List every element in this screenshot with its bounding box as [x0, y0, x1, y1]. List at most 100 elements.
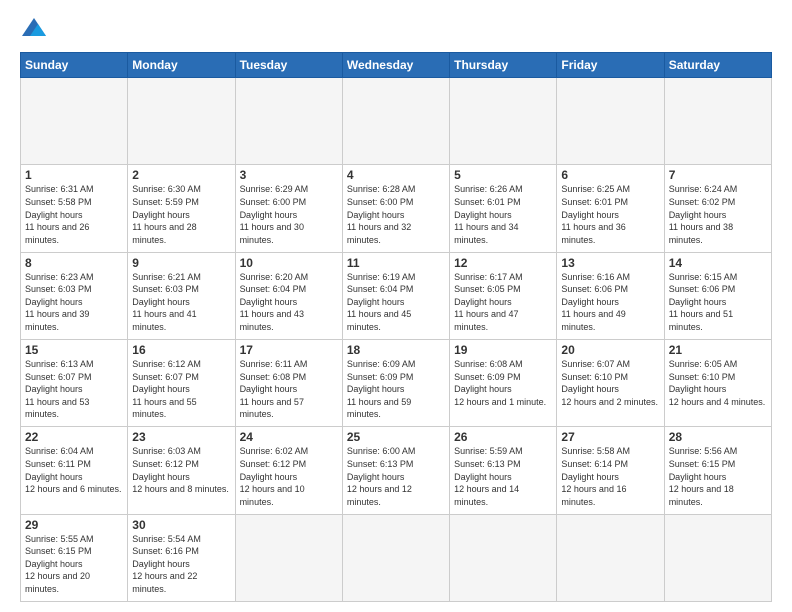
day-number: 5 [454, 168, 552, 182]
day-number: 13 [561, 256, 659, 270]
day-info: Sunrise: 6:00 AMSunset: 6:13 PMDaylight … [347, 445, 445, 508]
calendar-day-cell: 20Sunrise: 6:07 AMSunset: 6:10 PMDayligh… [557, 339, 664, 426]
day-info: Sunrise: 6:05 AMSunset: 6:10 PMDaylight … [669, 358, 767, 408]
day-info: Sunrise: 6:29 AMSunset: 6:00 PMDaylight … [240, 183, 338, 246]
day-info: Sunrise: 6:07 AMSunset: 6:10 PMDaylight … [561, 358, 659, 408]
calendar-day-cell: 28Sunrise: 5:56 AMSunset: 6:15 PMDayligh… [664, 427, 771, 514]
day-info: Sunrise: 6:20 AMSunset: 6:04 PMDaylight … [240, 271, 338, 334]
logo [20, 16, 52, 44]
page: SundayMondayTuesdayWednesdayThursdayFrid… [0, 0, 792, 612]
calendar-day-cell: 29Sunrise: 5:55 AMSunset: 6:15 PMDayligh… [21, 514, 128, 601]
day-info: Sunrise: 6:11 AMSunset: 6:08 PMDaylight … [240, 358, 338, 421]
calendar-week-row [21, 78, 772, 165]
day-info: Sunrise: 5:59 AMSunset: 6:13 PMDaylight … [454, 445, 552, 508]
day-info: Sunrise: 6:31 AMSunset: 5:58 PMDaylight … [25, 183, 123, 246]
calendar-day-cell: 17Sunrise: 6:11 AMSunset: 6:08 PMDayligh… [235, 339, 342, 426]
calendar-week-row: 22Sunrise: 6:04 AMSunset: 6:11 PMDayligh… [21, 427, 772, 514]
calendar-day-cell [235, 78, 342, 165]
calendar-day-cell [342, 78, 449, 165]
day-info: Sunrise: 6:21 AMSunset: 6:03 PMDaylight … [132, 271, 230, 334]
day-number: 23 [132, 430, 230, 444]
day-number: 17 [240, 343, 338, 357]
calendar-day-cell: 1Sunrise: 6:31 AMSunset: 5:58 PMDaylight… [21, 165, 128, 252]
calendar-day-cell: 19Sunrise: 6:08 AMSunset: 6:09 PMDayligh… [450, 339, 557, 426]
calendar-day-cell: 4Sunrise: 6:28 AMSunset: 6:00 PMDaylight… [342, 165, 449, 252]
calendar-week-row: 8Sunrise: 6:23 AMSunset: 6:03 PMDaylight… [21, 252, 772, 339]
day-number: 27 [561, 430, 659, 444]
calendar-header-row: SundayMondayTuesdayWednesdayThursdayFrid… [21, 53, 772, 78]
calendar-day-cell: 7Sunrise: 6:24 AMSunset: 6:02 PMDaylight… [664, 165, 771, 252]
calendar-day-cell [557, 514, 664, 601]
day-info: Sunrise: 6:25 AMSunset: 6:01 PMDaylight … [561, 183, 659, 246]
day-number: 15 [25, 343, 123, 357]
day-of-week-header: Friday [557, 53, 664, 78]
day-number: 12 [454, 256, 552, 270]
day-info: Sunrise: 6:17 AMSunset: 6:05 PMDaylight … [454, 271, 552, 334]
day-info: Sunrise: 6:13 AMSunset: 6:07 PMDaylight … [25, 358, 123, 421]
day-number: 20 [561, 343, 659, 357]
day-info: Sunrise: 6:03 AMSunset: 6:12 PMDaylight … [132, 445, 230, 495]
calendar-day-cell: 27Sunrise: 5:58 AMSunset: 6:14 PMDayligh… [557, 427, 664, 514]
calendar-day-cell: 16Sunrise: 6:12 AMSunset: 6:07 PMDayligh… [128, 339, 235, 426]
day-of-week-header: Wednesday [342, 53, 449, 78]
day-number: 16 [132, 343, 230, 357]
day-number: 7 [669, 168, 767, 182]
day-info: Sunrise: 6:02 AMSunset: 6:12 PMDaylight … [240, 445, 338, 508]
day-number: 9 [132, 256, 230, 270]
day-info: Sunrise: 6:23 AMSunset: 6:03 PMDaylight … [25, 271, 123, 334]
calendar-day-cell: 21Sunrise: 6:05 AMSunset: 6:10 PMDayligh… [664, 339, 771, 426]
calendar-day-cell [557, 78, 664, 165]
calendar-day-cell: 23Sunrise: 6:03 AMSunset: 6:12 PMDayligh… [128, 427, 235, 514]
calendar-day-cell [21, 78, 128, 165]
calendar-day-cell: 18Sunrise: 6:09 AMSunset: 6:09 PMDayligh… [342, 339, 449, 426]
calendar-day-cell [235, 514, 342, 601]
day-number: 25 [347, 430, 445, 444]
day-number: 26 [454, 430, 552, 444]
calendar-day-cell [664, 514, 771, 601]
day-number: 30 [132, 518, 230, 532]
day-info: Sunrise: 5:58 AMSunset: 6:14 PMDaylight … [561, 445, 659, 508]
calendar-day-cell: 10Sunrise: 6:20 AMSunset: 6:04 PMDayligh… [235, 252, 342, 339]
day-info: Sunrise: 6:15 AMSunset: 6:06 PMDaylight … [669, 271, 767, 334]
day-number: 11 [347, 256, 445, 270]
day-info: Sunrise: 6:16 AMSunset: 6:06 PMDaylight … [561, 271, 659, 334]
day-number: 6 [561, 168, 659, 182]
day-number: 18 [347, 343, 445, 357]
day-number: 28 [669, 430, 767, 444]
day-number: 3 [240, 168, 338, 182]
calendar-day-cell [342, 514, 449, 601]
day-of-week-header: Tuesday [235, 53, 342, 78]
calendar-week-row: 1Sunrise: 6:31 AMSunset: 5:58 PMDaylight… [21, 165, 772, 252]
day-info: Sunrise: 5:55 AMSunset: 6:15 PMDaylight … [25, 533, 123, 596]
day-number: 19 [454, 343, 552, 357]
calendar-day-cell [664, 78, 771, 165]
day-number: 14 [669, 256, 767, 270]
calendar-day-cell: 8Sunrise: 6:23 AMSunset: 6:03 PMDaylight… [21, 252, 128, 339]
day-info: Sunrise: 6:08 AMSunset: 6:09 PMDaylight … [454, 358, 552, 408]
calendar-day-cell: 9Sunrise: 6:21 AMSunset: 6:03 PMDaylight… [128, 252, 235, 339]
calendar-week-row: 29Sunrise: 5:55 AMSunset: 6:15 PMDayligh… [21, 514, 772, 601]
calendar-day-cell [450, 514, 557, 601]
day-info: Sunrise: 6:09 AMSunset: 6:09 PMDaylight … [347, 358, 445, 421]
logo-icon [20, 16, 48, 44]
day-info: Sunrise: 6:30 AMSunset: 5:59 PMDaylight … [132, 183, 230, 246]
calendar-week-row: 15Sunrise: 6:13 AMSunset: 6:07 PMDayligh… [21, 339, 772, 426]
day-number: 8 [25, 256, 123, 270]
calendar-day-cell: 13Sunrise: 6:16 AMSunset: 6:06 PMDayligh… [557, 252, 664, 339]
calendar-day-cell: 24Sunrise: 6:02 AMSunset: 6:12 PMDayligh… [235, 427, 342, 514]
day-of-week-header: Thursday [450, 53, 557, 78]
day-info: Sunrise: 5:54 AMSunset: 6:16 PMDaylight … [132, 533, 230, 596]
calendar-day-cell: 11Sunrise: 6:19 AMSunset: 6:04 PMDayligh… [342, 252, 449, 339]
day-info: Sunrise: 6:24 AMSunset: 6:02 PMDaylight … [669, 183, 767, 246]
calendar-day-cell: 15Sunrise: 6:13 AMSunset: 6:07 PMDayligh… [21, 339, 128, 426]
day-number: 10 [240, 256, 338, 270]
calendar-day-cell [128, 78, 235, 165]
calendar-day-cell: 12Sunrise: 6:17 AMSunset: 6:05 PMDayligh… [450, 252, 557, 339]
day-info: Sunrise: 6:12 AMSunset: 6:07 PMDaylight … [132, 358, 230, 421]
day-number: 22 [25, 430, 123, 444]
day-of-week-header: Saturday [664, 53, 771, 78]
calendar-day-cell: 30Sunrise: 5:54 AMSunset: 6:16 PMDayligh… [128, 514, 235, 601]
header [20, 16, 772, 44]
day-number: 29 [25, 518, 123, 532]
day-info: Sunrise: 5:56 AMSunset: 6:15 PMDaylight … [669, 445, 767, 508]
